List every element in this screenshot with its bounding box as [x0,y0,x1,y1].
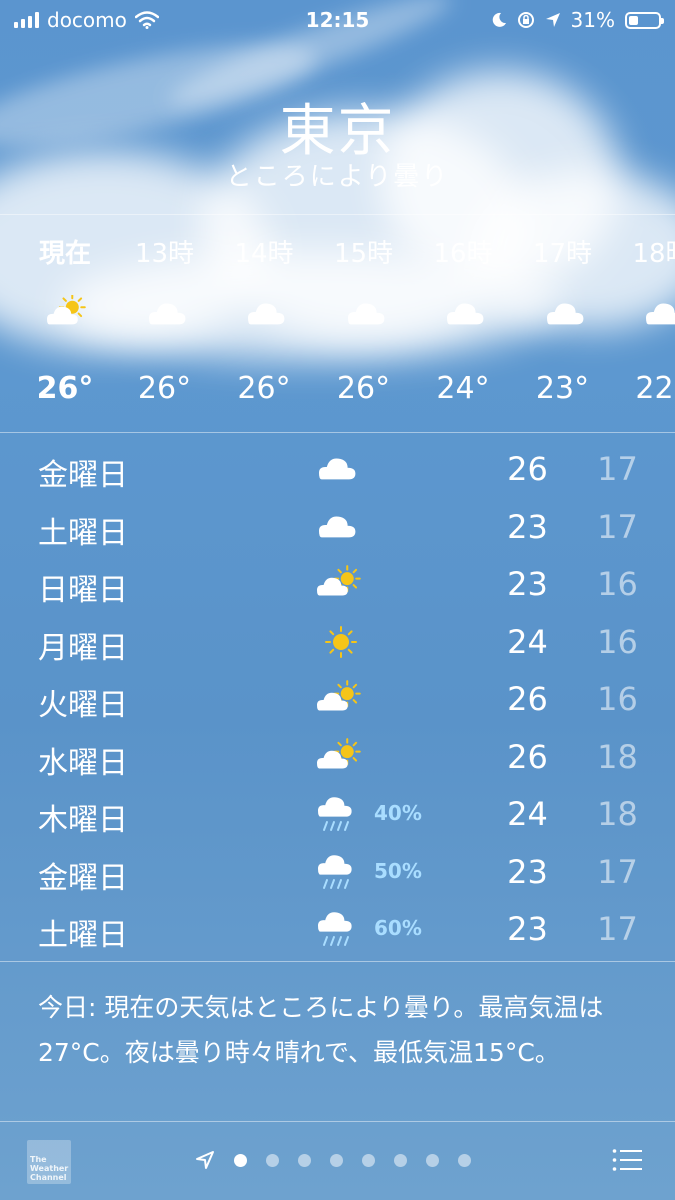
hour-temp: 22° [635,371,675,406]
page-dot[interactable] [298,1153,311,1167]
precip-chance: 40% [374,801,422,825]
city-list-icon[interactable] [612,1148,642,1172]
high-temp: 24 [507,622,548,661]
cloud-icon [347,303,384,325]
daily-row: 日曜日 23 16 [0,555,675,613]
battery-percent: 31% [570,8,615,32]
low-temp: 17 [597,507,638,546]
hour-label: 14時 [234,239,294,269]
hour-label: 13時 [134,239,195,269]
status-right: 31% [491,8,664,32]
cloud-icon [319,458,356,480]
status-bar: docomo 12:15 31% [0,0,675,38]
hour-temp: 23° [535,371,590,406]
cloud-icon [546,303,583,325]
high-temp: 26 [507,680,548,718]
rain-cloud-icon [318,797,352,831]
low-temp: 18 [597,737,638,776]
hour-label: 現在 [38,239,91,269]
low-temp: 17 [597,450,638,488]
hour-label: 16時 [433,239,493,269]
cloud-icon [646,303,675,325]
partly-sunny-icon [317,737,361,768]
day-name: 金曜日 [38,458,128,493]
partly-sunny-icon [317,680,361,711]
day-name: 火曜日 [38,688,128,723]
cloud-icon [447,303,484,325]
hour-temp: 26° [36,371,94,406]
page-dot[interactable] [330,1153,343,1167]
high-temp: 26 [507,450,548,488]
daily-row: 金曜日 26 17 [0,440,675,498]
footer-bar: The Weather Channel [0,1122,675,1200]
page-dot[interactable] [362,1153,375,1167]
cloud-icon [248,303,285,325]
page-dot[interactable] [266,1153,279,1167]
low-temp: 16 [597,565,638,603]
daily-row: 月曜日 24 16 [0,613,675,671]
day-name: 土曜日 [38,918,128,953]
low-temp: 18 [597,795,638,833]
high-temp: 23 [507,910,548,948]
page-dot[interactable] [426,1153,439,1167]
day-name: 日曜日 [38,573,128,608]
hour-label: 15時 [333,239,394,269]
hour-label: 18時 [632,239,675,269]
battery-icon [625,11,664,29]
sun-icon [325,625,357,658]
precip-chance: 50% [374,858,422,883]
page-dot[interactable] [234,1153,247,1167]
hourly-forecast[interactable]: 現在 26° 13時 26° 14時 26° 15時 26° 16時 24° 17時 23° 18時 22… [0,215,675,432]
day-name: 月曜日 [38,630,128,666]
page-dot[interactable] [458,1153,471,1167]
hour-temp: 26° [336,371,391,406]
location-arrow-icon [545,13,560,27]
cloud-icon [148,303,185,325]
daily-row: 土曜日 23 17 [0,498,675,556]
partly-sunny-icon [47,293,86,325]
rain-cloud-icon [318,912,352,946]
hour-temp: 26° [237,371,291,406]
weather-channel-logo[interactable]: The Weather Channel [27,1140,71,1184]
partly-sunny-icon [317,565,361,596]
low-temp: 17 [597,852,638,891]
hour-label: 17時 [532,239,593,269]
high-temp: 26 [507,737,548,776]
day-name: 金曜日 [38,860,128,896]
high-temp: 24 [507,795,548,833]
precip-chance: 60% [374,916,422,940]
low-temp: 16 [597,680,638,718]
daily-row: 火曜日 26 16 [0,670,675,728]
rain-cloud-icon [318,854,352,889]
divider [0,432,675,433]
current-condition: ところにより曇り [225,162,450,192]
hour-temp: 26° [137,371,192,406]
high-temp: 23 [507,507,548,546]
daily-row: 木曜日 40% 24 18 [0,785,675,843]
divider [0,961,675,962]
hour-temp: 24° [436,371,490,406]
high-temp: 23 [507,852,548,891]
cloud-icon [319,515,356,537]
day-name: 水曜日 [38,745,128,781]
low-temp: 17 [597,910,638,948]
city-name: 東京 [279,99,396,164]
moon-icon [492,12,506,27]
day-name: 木曜日 [38,803,128,838]
rotation-lock-icon [517,12,534,28]
day-name: 土曜日 [38,515,128,551]
high-temp: 23 [507,565,548,603]
daily-row: 水曜日 26 18 [0,728,675,786]
page-dot[interactable] [394,1153,407,1167]
daily-row: 土曜日 60% 23 17 [0,900,675,958]
low-temp: 16 [597,622,638,661]
page-indicator[interactable] [195,1150,471,1170]
daily-row: 金曜日 50% 23 17 [0,843,675,901]
today-summary: 今日: 現在の天気はところにより曇り。最高気温は27°C。夜は曇り時々晴れで、最… [38,993,604,1067]
location-arrow-icon [196,1151,214,1169]
